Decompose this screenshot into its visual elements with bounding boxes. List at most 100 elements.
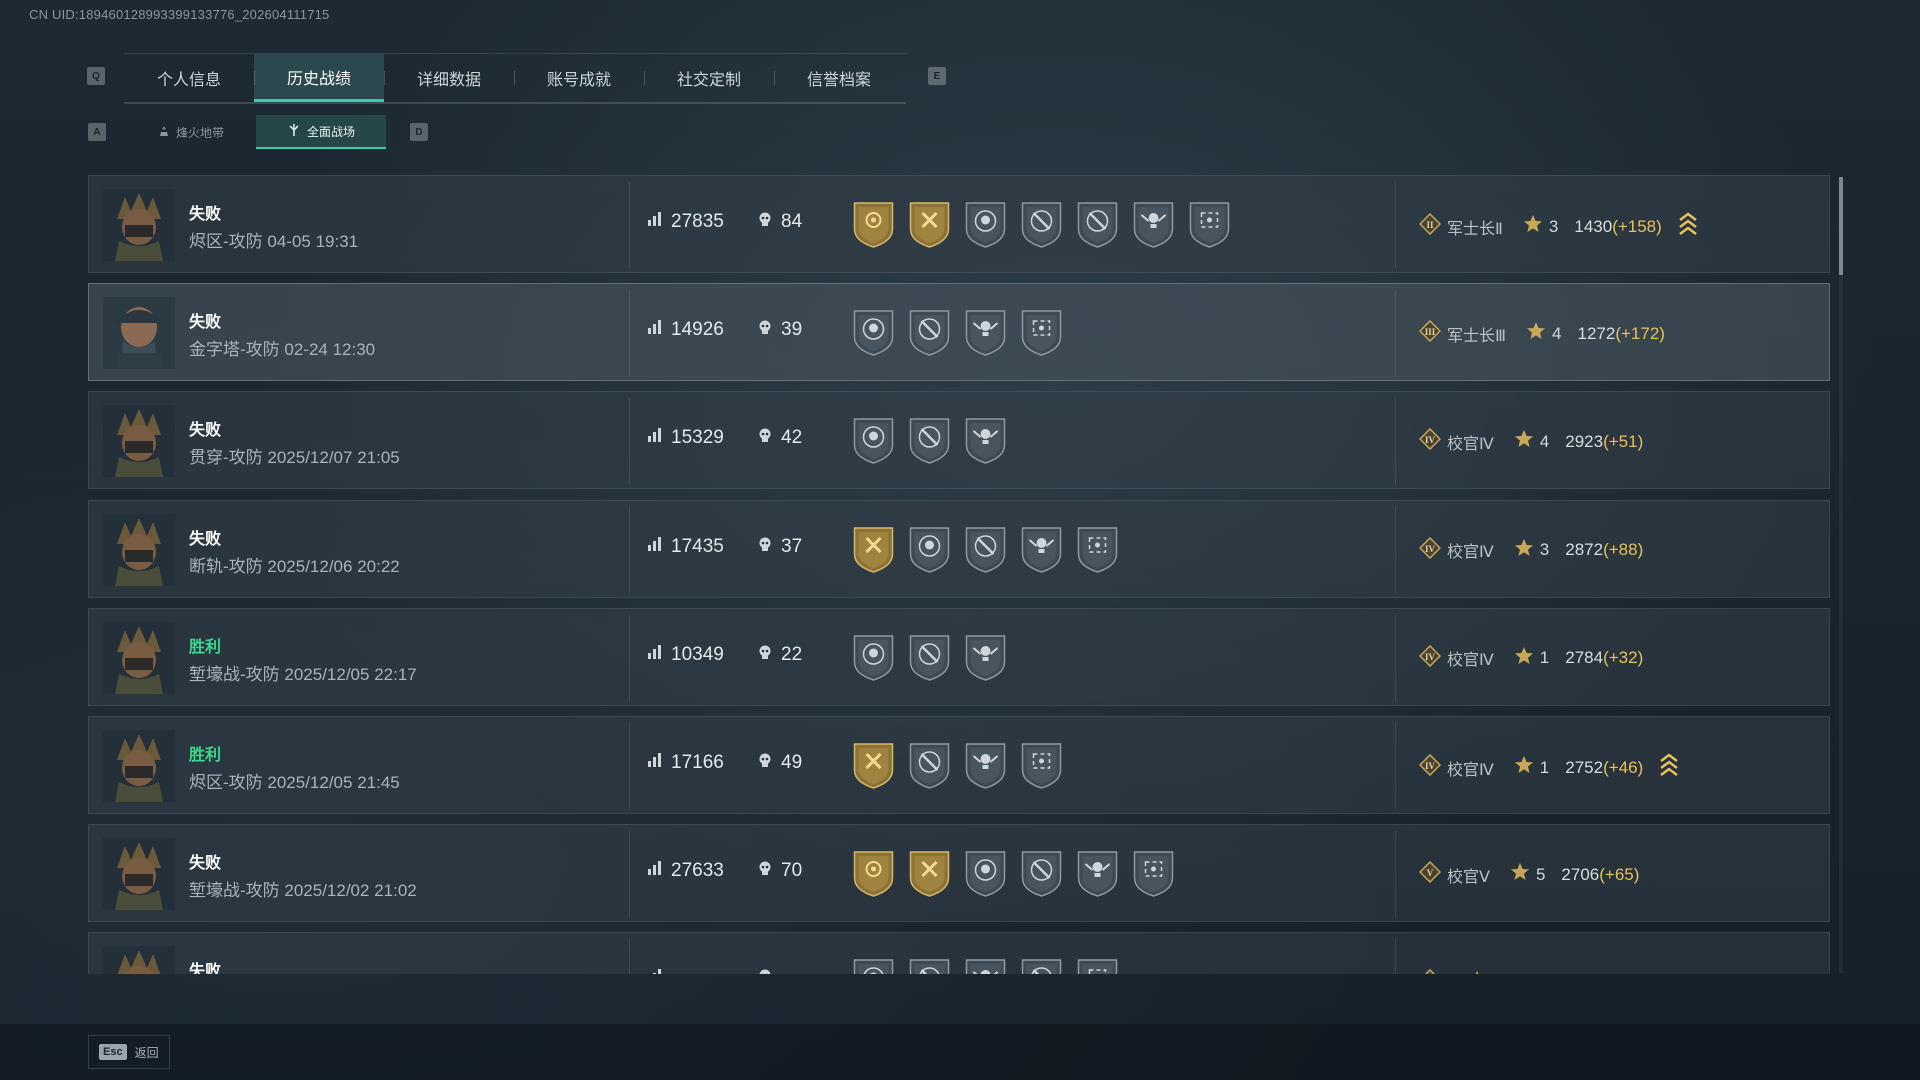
- silver-wrench-medal-icon[interactable]: [1019, 848, 1064, 898]
- rank-badge-icon: IV: [1418, 753, 1442, 781]
- promotion-chevron-icon: [1659, 753, 1679, 782]
- prev-subtab-key-hint[interactable]: A: [88, 123, 106, 141]
- main-tab-bar: 个人信息 历史战绩 详细数据 账号成就 社交定制 信誉档案: [124, 53, 906, 104]
- silver-wrench-medal-icon[interactable]: [907, 415, 952, 465]
- gold-hammer-medal-icon[interactable]: [907, 848, 952, 898]
- star-icon: [1514, 755, 1534, 780]
- silver-skull-medal-icon[interactable]: [963, 848, 1008, 898]
- bar-chart-icon: [647, 752, 663, 774]
- star-value: 3: [1548, 216, 1559, 236]
- silver-skull-wings-medal-icon[interactable]: [1019, 524, 1064, 574]
- bar-chart-icon: [647, 968, 663, 974]
- rank-points-delta: (+32): [1603, 648, 1644, 668]
- silver-wrench-medal-icon[interactable]: [907, 740, 952, 790]
- rank-badge-icon: IV: [1418, 536, 1442, 564]
- column-divider: [1395, 290, 1396, 377]
- silver-skull-medal-icon[interactable]: [963, 199, 1008, 249]
- kills-stat: 39: [757, 319, 802, 341]
- match-row[interactable]: 失败 断轨-攻防 2025/12/06 20:22 17435 37 IV 校官Ⅳ 3 287…: [88, 499, 1830, 598]
- silver-skull-medal-icon[interactable]: [907, 524, 952, 574]
- player-avatar: [103, 189, 175, 261]
- tab-6[interactable]: 信誉档案: [774, 54, 904, 102]
- gold-flower-medal-icon[interactable]: [851, 199, 896, 249]
- rank-points-delta: (+172): [1615, 323, 1665, 343]
- scrollbar-track[interactable]: [1839, 177, 1843, 973]
- silver-wrench-medal-icon[interactable]: [907, 632, 952, 682]
- match-row[interactable]: 失败 金字塔-攻防 02-24 12:30 14926 39 III 军士长Ⅲ 4 1272(…: [88, 283, 1830, 382]
- silver-skull-wings-medal-icon[interactable]: [963, 307, 1008, 357]
- silver-skull-wings-medal-icon[interactable]: [963, 740, 1008, 790]
- kills-stat: 49: [757, 752, 802, 774]
- tab-2[interactable]: 历史战绩: [254, 54, 384, 102]
- silver-wrench-medal-icon[interactable]: [907, 956, 952, 974]
- gold-hammer-medal-icon[interactable]: [907, 199, 952, 249]
- silver-skull-wings-medal-icon[interactable]: [963, 415, 1008, 465]
- silver-wrench-medal-icon[interactable]: [1019, 956, 1064, 974]
- subtab-1[interactable]: 烽火地带: [126, 115, 256, 149]
- gold-flower-medal-icon[interactable]: [851, 848, 896, 898]
- match-history-list[interactable]: 失败 烬区-攻防 04-05 19:31 27835 84 II 军士长Ⅱ 3 1430(+1…: [88, 175, 1832, 974]
- star-icon: [1467, 970, 1487, 974]
- prev-tab-key-hint[interactable]: Q: [87, 67, 105, 85]
- skull-icon: [757, 860, 773, 882]
- bar-chart-icon: [647, 319, 663, 341]
- silver-skull-wings-medal-icon[interactable]: [963, 956, 1008, 974]
- match-result: 失败: [189, 530, 222, 548]
- tab-4[interactable]: 账号成就: [514, 54, 644, 102]
- silver-skull-wings-medal-icon[interactable]: [963, 632, 1008, 682]
- player-avatar: [103, 297, 175, 370]
- match-row[interactable]: 失败 堑壕战-攻防 2025/12/02 21:02 27633 70 V 校官Ⅴ 5 270…: [88, 824, 1830, 923]
- silver-wrench-medal-icon[interactable]: [907, 307, 952, 357]
- score-stat: 15329: [647, 427, 724, 449]
- kills-stat: 70: [757, 860, 802, 882]
- silver-skull-medal-icon[interactable]: [851, 307, 896, 357]
- match-row[interactable]: 失败 烬区-攻防 04-05 19:31 27835 84 II 军士长Ⅱ 3 1430(+1…: [88, 175, 1830, 273]
- subtab-2[interactable]: 全面战场: [256, 115, 386, 149]
- star-icon: [1526, 321, 1546, 346]
- gold-hammer-medal-icon[interactable]: [851, 740, 896, 790]
- skull-icon: [757, 536, 773, 558]
- silver-target-medal-icon[interactable]: [1019, 307, 1064, 357]
- rank-points-delta: (+46): [1603, 757, 1644, 777]
- match-row[interactable]: 失败 IV: [88, 932, 1830, 974]
- silver-skull-wings-medal-icon[interactable]: [1075, 848, 1120, 898]
- silver-target-medal-icon[interactable]: [1187, 199, 1232, 249]
- silver-skull-wings-medal-icon[interactable]: [1131, 199, 1176, 249]
- silver-skull-medal-icon[interactable]: [851, 415, 896, 465]
- rank-points-value: 2752: [1565, 757, 1604, 777]
- rank-info: IV 校官Ⅳ 4 2923(+51): [1418, 428, 1643, 455]
- gold-hammer-medal-icon[interactable]: [851, 524, 896, 574]
- mode-subtab-bar: 烽火地带 全面战场: [126, 115, 386, 149]
- score-stat: 17435: [647, 536, 724, 558]
- column-divider: [629, 290, 630, 377]
- silver-target-medal-icon[interactable]: [1075, 956, 1120, 974]
- silver-wrench-medal-icon[interactable]: [1075, 199, 1120, 249]
- silver-wrench-medal-icon[interactable]: [963, 524, 1008, 574]
- silver-target-medal-icon[interactable]: [1131, 848, 1176, 898]
- tab-1[interactable]: 个人信息: [124, 54, 254, 102]
- back-button[interactable]: Esc 返回: [88, 1035, 170, 1069]
- scrollbar-thumb[interactable]: [1839, 177, 1843, 275]
- score-stat: [647, 968, 671, 974]
- silver-target-medal-icon[interactable]: [1019, 740, 1064, 790]
- rank-badge-icon: IV: [1418, 428, 1442, 455]
- score-value: 15329: [671, 427, 724, 449]
- tab-3[interactable]: 详细数据: [384, 54, 514, 102]
- match-map-time: 堑壕战-攻防 2025/12/02 21:02: [189, 881, 417, 901]
- match-row[interactable]: 胜利 烬区-攻防 2025/12/05 21:45 17166 49 IV 校官Ⅳ 1 275…: [88, 716, 1830, 814]
- next-subtab-key-hint[interactable]: D: [410, 123, 428, 141]
- svg-text:III: III: [1425, 327, 1436, 337]
- silver-target-medal-icon[interactable]: [1075, 524, 1120, 574]
- battlefield-icon: [287, 123, 301, 140]
- bar-chart-icon: [647, 644, 663, 666]
- silver-skull-medal-icon[interactable]: [851, 632, 896, 682]
- skull-icon: [757, 968, 773, 974]
- player-avatar: [103, 513, 175, 586]
- silver-skull-medal-icon[interactable]: [851, 956, 896, 974]
- silver-wrench-medal-icon[interactable]: [1019, 199, 1064, 249]
- next-tab-key-hint[interactable]: E: [928, 67, 946, 85]
- tab-5[interactable]: 社交定制: [644, 54, 774, 102]
- match-row[interactable]: 失败 贯穿-攻防 2025/12/07 21:05 15329 42 IV 校官Ⅳ 4 292…: [88, 391, 1830, 490]
- svg-text:IV: IV: [1425, 544, 1436, 554]
- match-row[interactable]: 胜利 堑壕战-攻防 2025/12/05 22:17 10349 22 IV 校官Ⅳ 1 27…: [88, 607, 1830, 706]
